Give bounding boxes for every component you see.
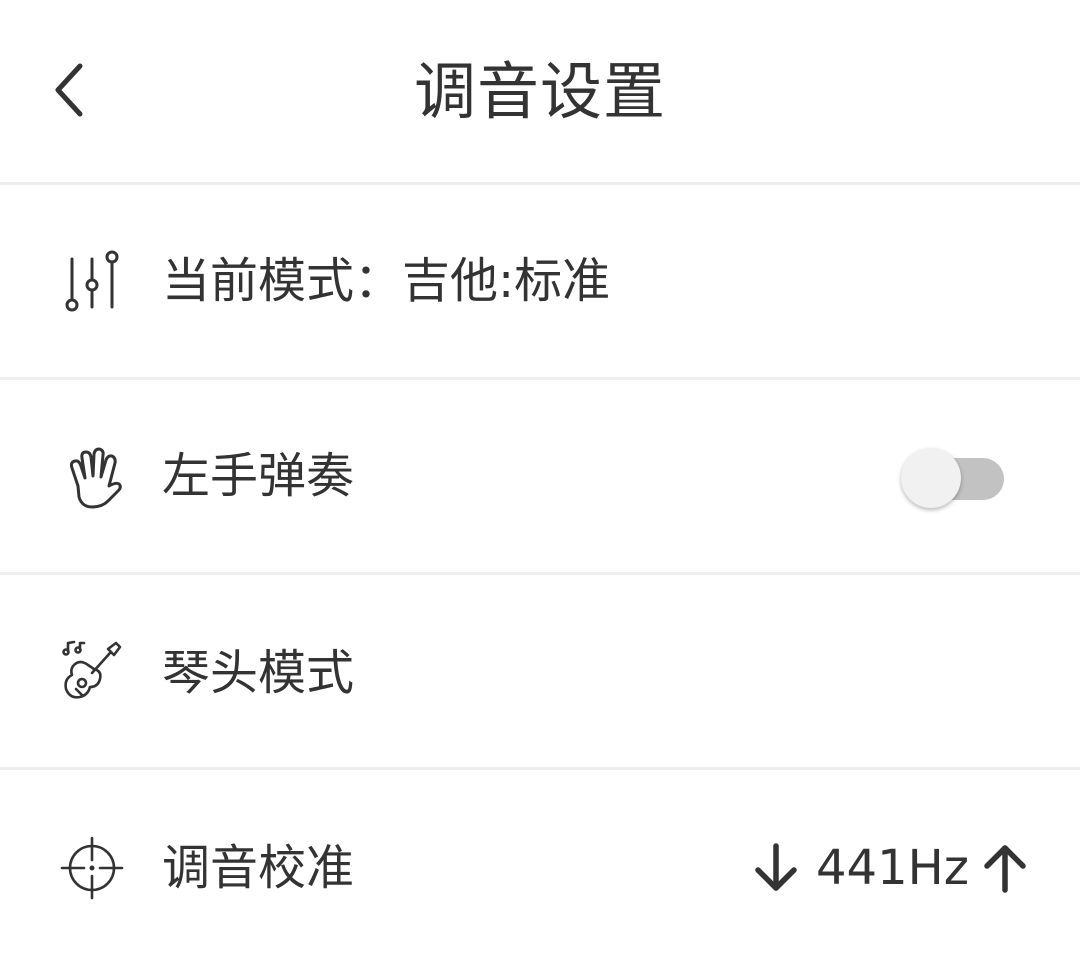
increase-frequency-button[interactable] bbox=[977, 836, 1033, 900]
hand-icon bbox=[60, 446, 124, 510]
toggle-knob bbox=[901, 448, 961, 508]
sliders-icon bbox=[60, 249, 124, 313]
frequency-value: 441Hz bbox=[816, 840, 969, 896]
page-title: 调音设置 bbox=[413, 55, 666, 128]
calibration-controls: 441Hz bbox=[748, 836, 1033, 900]
tuning-settings-page: 调音设置 当前模式：吉他:标准 左手弹奏 琴头模式 调音校准 441Hz bbox=[0, 0, 1080, 958]
header: 调音设置 bbox=[0, 0, 1080, 183]
current-mode-label: 当前模式：吉他:标准 bbox=[162, 253, 611, 309]
left-hand-row: 左手弹奏 bbox=[0, 380, 1080, 572]
left-hand-toggle[interactable] bbox=[900, 445, 1006, 511]
headstock-mode-row[interactable]: 琴头模式 bbox=[0, 575, 1080, 767]
arrow-up-icon bbox=[984, 845, 1026, 893]
decrease-frequency-button[interactable] bbox=[748, 836, 804, 900]
crosshair-icon bbox=[60, 836, 124, 900]
left-hand-label: 左手弹奏 bbox=[162, 448, 355, 504]
guitar-icon bbox=[60, 639, 124, 703]
calibration-row: 调音校准 441Hz bbox=[0, 770, 1080, 958]
calibration-label: 调音校准 bbox=[162, 840, 355, 896]
headstock-mode-label: 琴头模式 bbox=[162, 645, 355, 701]
arrow-down-icon bbox=[755, 843, 797, 891]
current-mode-row[interactable]: 当前模式：吉他:标准 bbox=[0, 185, 1080, 377]
